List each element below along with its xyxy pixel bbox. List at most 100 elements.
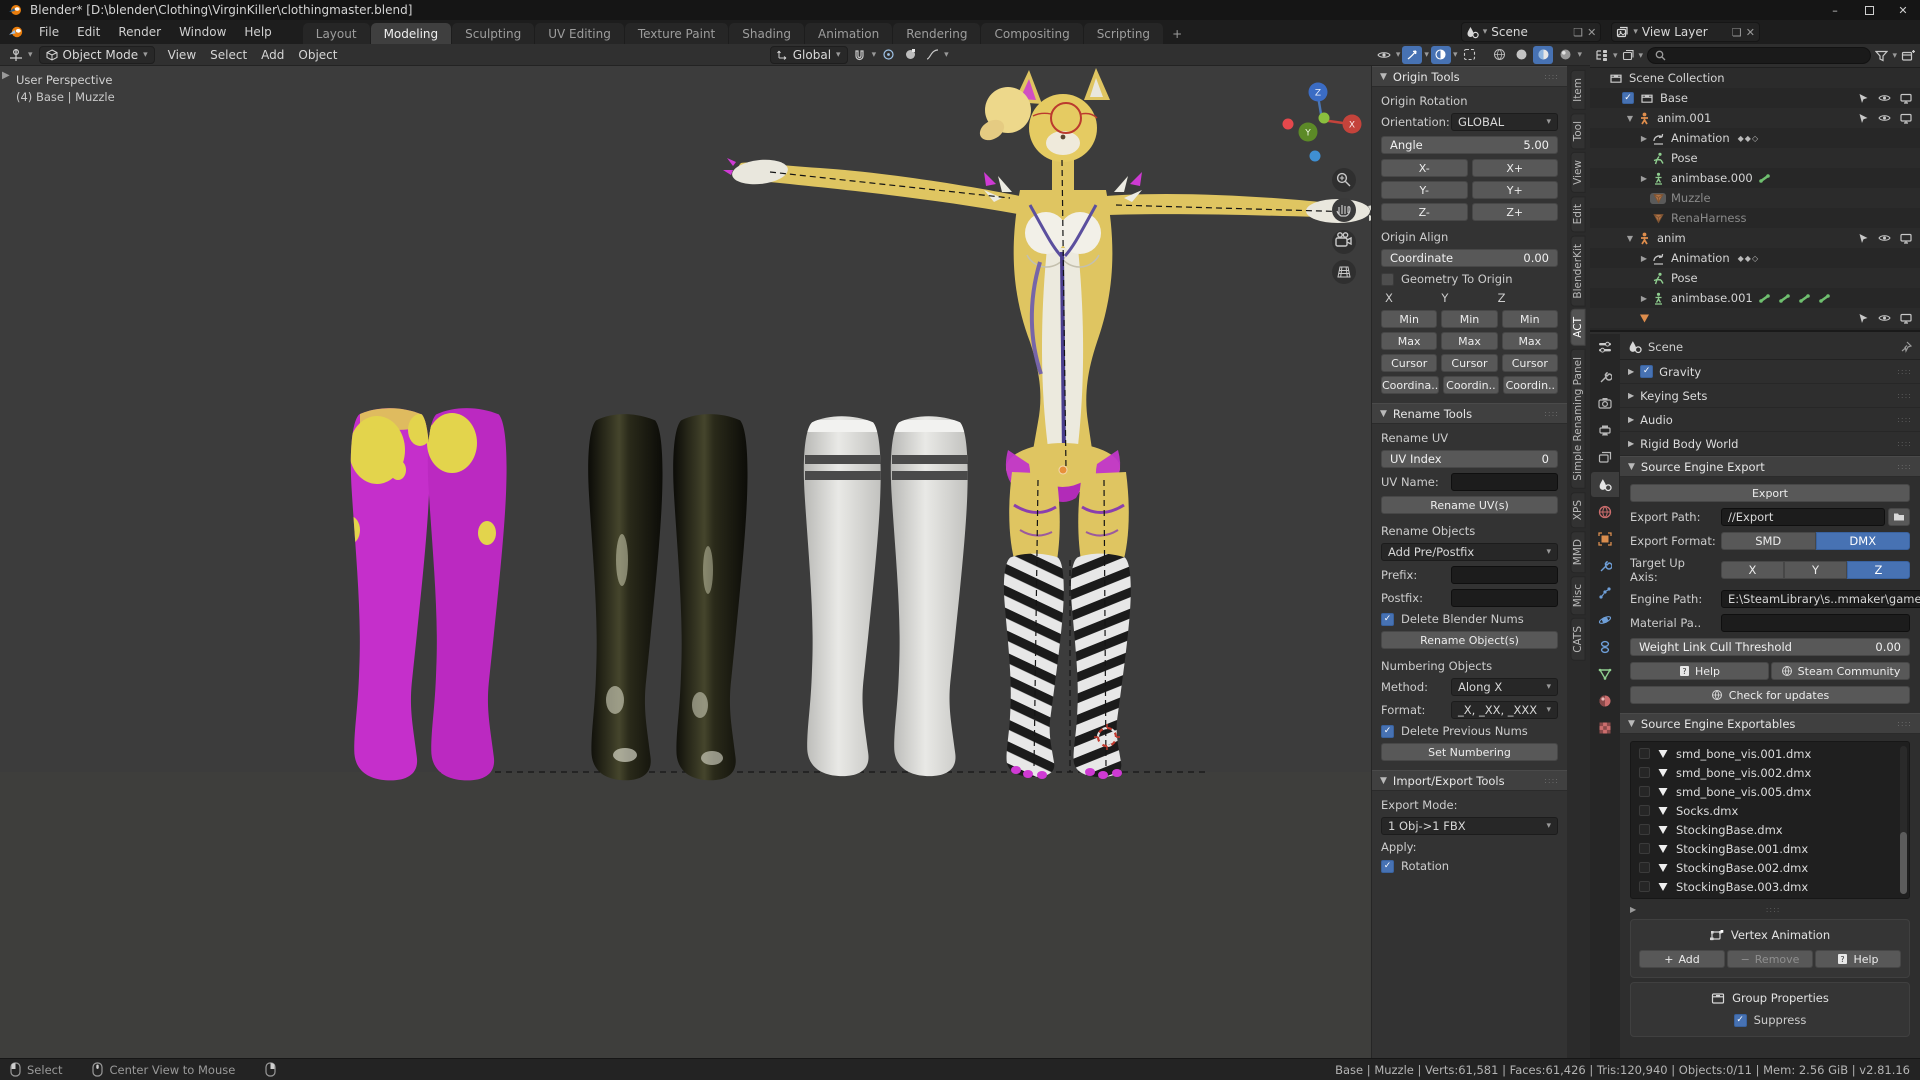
disclosure-closed-icon[interactable]: ▶ bbox=[1638, 174, 1650, 183]
disclosure-closed-icon[interactable]: ▶ bbox=[1638, 134, 1650, 143]
properties-tab-output[interactable] bbox=[1591, 418, 1619, 443]
rename-tools-panel-header[interactable]: ▼Rename Tools:::: bbox=[1372, 403, 1567, 424]
properties-tab-modifiers[interactable] bbox=[1591, 553, 1619, 578]
gravity-checkbox[interactable]: ✓ bbox=[1640, 365, 1653, 378]
weight-link-cull-threshold-slider[interactable]: Weight Link Cull Threshold0.00 bbox=[1630, 638, 1910, 656]
menu-file[interactable]: File bbox=[30, 20, 68, 44]
menu-render[interactable]: Render bbox=[109, 20, 170, 44]
pin-icon[interactable] bbox=[1900, 341, 1912, 353]
transform-orientation-dropdown[interactable]: Global ▾ bbox=[770, 46, 848, 64]
display-mode-icon[interactable] bbox=[1622, 49, 1635, 62]
exportables-panel-header[interactable]: ▼Source Engine Exportables:::: bbox=[1620, 713, 1920, 734]
eye-icon[interactable] bbox=[1878, 233, 1891, 243]
align-min-button[interactable]: Min bbox=[1381, 310, 1437, 328]
viewport-menu-view[interactable]: View bbox=[161, 48, 203, 62]
viewport-menu-select[interactable]: Select bbox=[203, 48, 254, 62]
n-panel-tab-edit[interactable]: Edit bbox=[1571, 196, 1586, 232]
properties-tab-particles[interactable] bbox=[1591, 580, 1619, 605]
align-min-button[interactable]: Min bbox=[1441, 310, 1497, 328]
outliner-row-anim-001[interactable]: ▼anim.001 bbox=[1590, 108, 1920, 128]
exportable-item[interactable]: smd_bone_vis.005.dmx bbox=[1631, 782, 1909, 801]
properties-editor-type-icon[interactable] bbox=[1590, 334, 1620, 360]
align-cursor-button[interactable]: Cursor bbox=[1441, 354, 1497, 372]
filter-icon[interactable] bbox=[1875, 50, 1888, 62]
resize-grip[interactable]: :::: bbox=[1766, 905, 1781, 914]
viewport-scene[interactable]: Z X Y bbox=[0, 66, 1590, 1058]
shading-rendered-icon[interactable] bbox=[1555, 46, 1575, 64]
chevron-down-icon[interactable]: ▾ bbox=[1577, 50, 1582, 60]
monitor-icon[interactable] bbox=[1900, 233, 1912, 244]
toolbar-expand-arrow[interactable]: ▶ bbox=[2, 70, 10, 81]
format-dropdown[interactable]: _X, _XX, _XXX▾ bbox=[1451, 701, 1558, 719]
menu-help[interactable]: Help bbox=[235, 20, 280, 44]
copy-icon[interactable]: ❏ bbox=[1732, 26, 1742, 39]
outliner-row-animbase-001[interactable]: ▶animbase.001 bbox=[1590, 288, 1920, 308]
n-panel-tab-item[interactable]: Item bbox=[1571, 70, 1586, 110]
n-panel-tab-xps[interactable]: XPS bbox=[1571, 492, 1586, 528]
exportable-checkbox[interactable] bbox=[1639, 805, 1650, 816]
workspace-tab-sculpting[interactable]: Sculpting bbox=[452, 23, 534, 44]
exportable-item[interactable]: Socks.dmx bbox=[1631, 801, 1909, 820]
n-panel-tab-mmd[interactable]: MMD bbox=[1571, 531, 1586, 573]
chevron-down-icon[interactable]: ▾ bbox=[1639, 51, 1644, 61]
align-max-button[interactable]: Max bbox=[1441, 332, 1497, 350]
disclosure-open-icon[interactable]: ▼ bbox=[1624, 114, 1636, 123]
set-numbering-button[interactable]: Set Numbering bbox=[1381, 743, 1558, 761]
export-button[interactable]: Export bbox=[1630, 484, 1910, 502]
shading-wireframe-icon[interactable] bbox=[1489, 46, 1509, 64]
workspace-tab-scripting[interactable]: Scripting bbox=[1084, 23, 1163, 44]
geometry-to-origin-checkbox[interactable]: Geometry To Origin bbox=[1381, 272, 1558, 286]
exportable-checkbox[interactable] bbox=[1639, 881, 1650, 892]
properties-tab-render[interactable] bbox=[1591, 391, 1619, 416]
n-panel-tab-blenderkit[interactable]: BlenderKit bbox=[1571, 236, 1586, 307]
disclosure-closed-icon[interactable]: ▶ bbox=[1638, 294, 1650, 303]
outliner-row-animation[interactable]: ▶Animation◆◆◇ bbox=[1590, 128, 1920, 148]
format-smd-option[interactable]: SMD bbox=[1721, 532, 1816, 550]
uv-name-input[interactable] bbox=[1451, 473, 1558, 491]
pointer-icon[interactable] bbox=[1858, 313, 1869, 324]
workspace-tab-uv-editing[interactable]: UV Editing bbox=[535, 23, 624, 44]
vertex-anim-remove-button[interactable]: −Remove bbox=[1727, 950, 1813, 968]
origin-rotate-x-button[interactable]: X+ bbox=[1472, 159, 1559, 177]
proportional-editing-icon[interactable] bbox=[900, 46, 920, 64]
properties-tab-object[interactable] bbox=[1591, 526, 1619, 551]
monitor-icon[interactable] bbox=[1900, 313, 1912, 324]
align-cursor-button[interactable]: Cursor bbox=[1381, 354, 1437, 372]
panel-header-audio[interactable]: ▶Audio:::: bbox=[1620, 408, 1920, 432]
outliner-row-anim[interactable]: ▼anim bbox=[1590, 228, 1920, 248]
properties-tab-material[interactable] bbox=[1591, 688, 1619, 713]
mode-dropdown[interactable]: Object Mode ▾ bbox=[39, 46, 155, 64]
panel-header-keying-sets[interactable]: ▶Keying Sets:::: bbox=[1620, 384, 1920, 408]
delete-previous-nums-checkbox[interactable]: ✓Delete Previous Nums bbox=[1381, 724, 1558, 738]
n-panel-tab-view[interactable]: View bbox=[1571, 152, 1586, 193]
disclosure-closed-icon[interactable]: ▶ bbox=[1638, 254, 1650, 263]
chevron-down-icon[interactable]: ▾ bbox=[872, 50, 877, 60]
viewport-menu-object[interactable]: Object bbox=[291, 48, 344, 62]
chevron-down-icon[interactable]: ▾ bbox=[1453, 50, 1458, 60]
align-coordin-button[interactable]: Coordin.. bbox=[1443, 376, 1498, 394]
exportable-item[interactable]: StockingBase.dmx bbox=[1631, 820, 1909, 839]
check-for-updates-button[interactable]: Check for updates bbox=[1630, 686, 1910, 704]
workspace-tab-modeling[interactable]: Modeling bbox=[371, 23, 452, 44]
exportable-checkbox[interactable] bbox=[1639, 786, 1650, 797]
chevron-down-icon[interactable]: ▾ bbox=[1396, 50, 1401, 60]
align-max-button[interactable]: Max bbox=[1381, 332, 1437, 350]
chevron-down-icon[interactable]: ▾ bbox=[1424, 50, 1429, 60]
align-coordin-button[interactable]: Coordin.. bbox=[1503, 376, 1558, 394]
origin-rotate-z-button[interactable]: Z- bbox=[1381, 203, 1468, 221]
help-button[interactable]: ? Help bbox=[1630, 662, 1769, 680]
close-icon[interactable]: ✕ bbox=[1746, 26, 1755, 39]
eye-icon[interactable] bbox=[1878, 113, 1891, 123]
export-mode-dropdown[interactable]: 1 Obj->1 FBX▾ bbox=[1381, 817, 1558, 835]
shading-material-icon[interactable] bbox=[1533, 46, 1553, 64]
origin-rotate-z-button[interactable]: Z+ bbox=[1472, 203, 1559, 221]
vertex-anim-help-button[interactable]: ? Help bbox=[1815, 950, 1901, 968]
outliner-row-base[interactable]: ✓Base bbox=[1590, 88, 1920, 108]
chevron-down-icon[interactable]: ▾ bbox=[1613, 51, 1618, 61]
origin-tools-panel-header[interactable]: ▼Origin Tools:::: bbox=[1372, 66, 1567, 87]
origin-rotate-x-button[interactable]: X- bbox=[1381, 159, 1468, 177]
editor-type-icon[interactable] bbox=[6, 46, 26, 64]
viewport-3d[interactable]: ▾ Object Mode ▾ ViewSelectAddObject Glob… bbox=[0, 44, 1590, 1058]
folder-browse-icon[interactable] bbox=[1888, 508, 1910, 526]
steam-community-button[interactable]: Steam Community bbox=[1771, 662, 1910, 680]
